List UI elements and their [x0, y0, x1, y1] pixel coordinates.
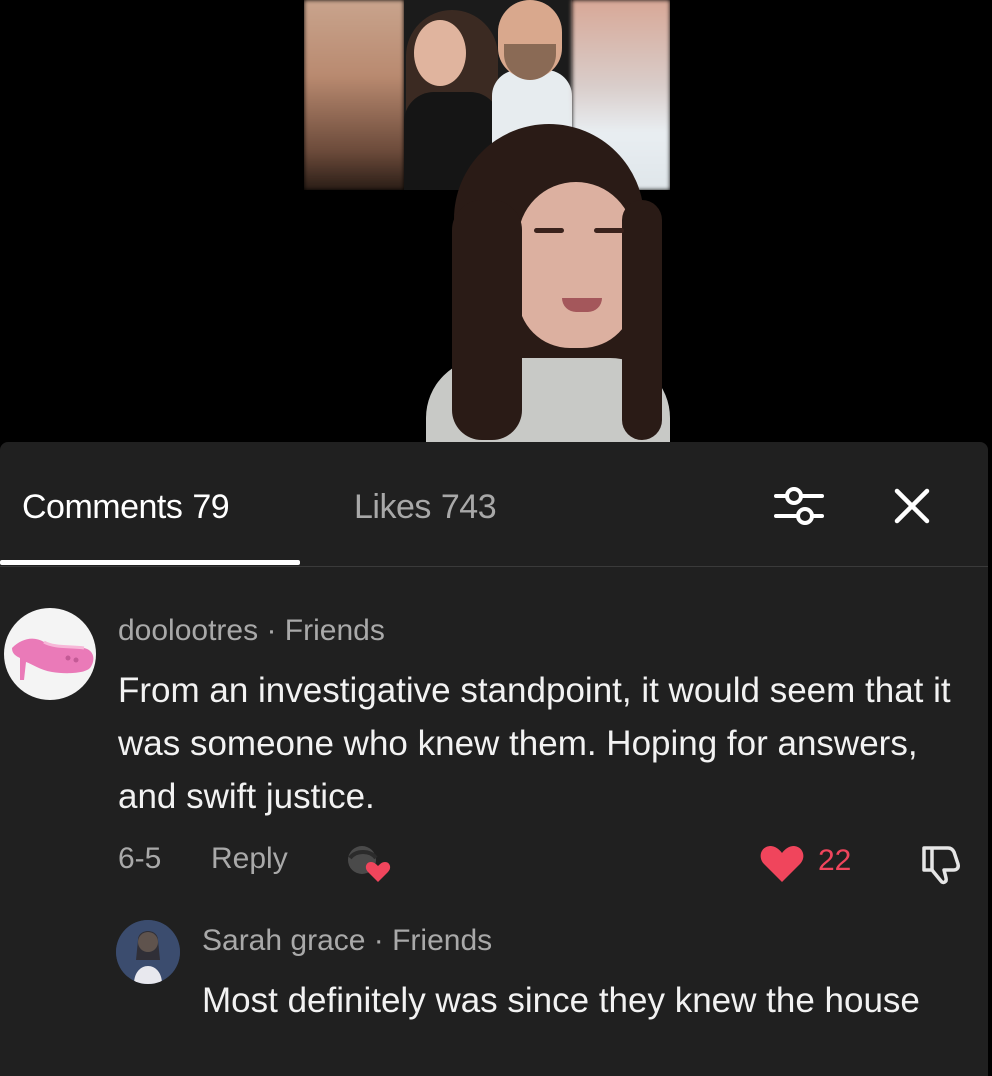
like-heart-icon[interactable]	[758, 844, 806, 884]
comment-date: 6-5	[118, 842, 162, 875]
creator-liked-icon	[344, 844, 394, 884]
blurred-face-left	[304, 0, 404, 190]
presenter-video	[426, 120, 670, 442]
comments-tab-bar: Comments 79 Likes 743	[0, 442, 988, 567]
comment-text: From an investigative standpoint, it wou…	[118, 671, 951, 816]
reply-username[interactable]: Sarah grace	[202, 924, 365, 957]
avatar[interactable]	[116, 920, 180, 984]
comment-meta: doolootres · Friends	[118, 614, 385, 648]
filter-icon[interactable]	[774, 484, 824, 528]
comment-username[interactable]: doolootres	[118, 614, 258, 647]
avatar[interactable]	[4, 608, 96, 700]
comment-relation: · Friends	[266, 614, 385, 647]
tab-comments-count: 79	[192, 488, 230, 526]
dislike-icon[interactable]	[918, 842, 962, 886]
comment-actions: 6-5 Reply 22	[118, 842, 968, 885]
comments-panel: Comments 79 Likes 743 doolootres · Frien…	[0, 442, 988, 1076]
pink-shoe-icon	[12, 638, 94, 680]
tab-likes-label: Likes	[354, 488, 431, 526]
active-tab-indicator	[0, 560, 300, 565]
reply-text: Most definitely was since they knew the …	[202, 981, 920, 1020]
user-photo-icon	[116, 920, 180, 984]
close-icon[interactable]	[892, 486, 932, 526]
tab-comments-label: Comments	[22, 488, 183, 526]
tab-comments[interactable]: Comments 79	[22, 488, 230, 527]
reply-button[interactable]: Reply	[211, 842, 288, 876]
video-player[interactable]	[0, 0, 992, 442]
like-count: 22	[818, 844, 852, 877]
reply-relation: · Friends	[373, 924, 493, 957]
tab-likes[interactable]: Likes 743	[354, 488, 497, 527]
reply-meta: Sarah grace · Friends	[202, 924, 492, 958]
tab-likes-count: 743	[440, 488, 497, 526]
